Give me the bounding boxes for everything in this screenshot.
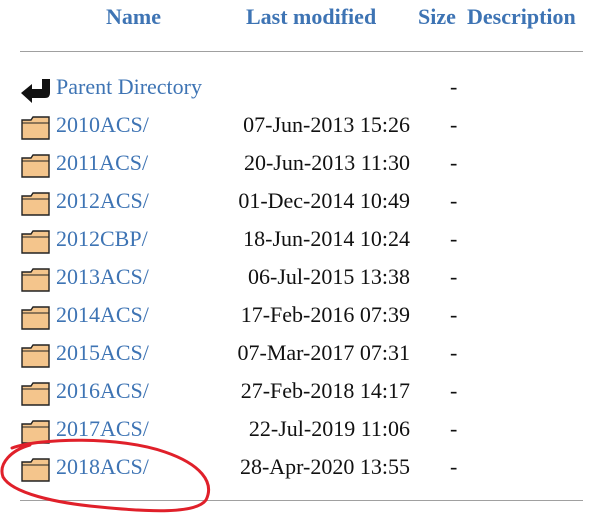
table-row: 2012CBP/ 18-Jun-2014 10:24 - — [0, 222, 592, 260]
back-arrow-icon — [21, 79, 50, 103]
table-row: 2015ACS/ 07-Mar-2017 07:31 - — [0, 336, 592, 374]
size-value: - — [450, 264, 458, 289]
last-modified-value: 17-Feb-2016 07:39 — [240, 302, 410, 327]
folder-icon — [21, 382, 50, 406]
size-value: - — [450, 416, 458, 441]
size-value: - — [450, 150, 458, 175]
parent-directory-row: Parent Directory - — [0, 70, 592, 108]
last-modified-value: 20-Jun-2013 11:30 — [243, 150, 410, 175]
size-value: - — [450, 454, 458, 479]
folder-link[interactable]: 2011ACS/ — [56, 150, 148, 176]
folder-icon — [21, 154, 50, 178]
table-row: 2016ACS/ 27-Feb-2018 14:17 - — [0, 374, 592, 412]
last-modified-value: 06-Jul-2015 13:38 — [248, 264, 410, 289]
size-value: - — [450, 188, 458, 213]
last-modified-value: 07-Jun-2013 15:26 — [243, 112, 410, 137]
last-modified-value: 22-Jul-2019 11:06 — [248, 416, 410, 441]
folder-icon — [21, 268, 50, 292]
folder-link[interactable]: 2012ACS/ — [56, 188, 149, 214]
column-header-name[interactable]: Name — [106, 4, 161, 30]
table-row: 2011ACS/ 20-Jun-2013 11:30 - — [0, 146, 592, 184]
table-row: 2013ACS/ 06-Jul-2015 13:38 - — [0, 260, 592, 298]
folder-link[interactable]: 2010ACS/ — [56, 112, 149, 138]
size-value: - — [450, 226, 458, 251]
column-header-size[interactable]: Size — [418, 4, 456, 30]
folder-icon — [21, 306, 50, 330]
folder-icon — [21, 344, 50, 368]
folder-icon — [21, 420, 50, 444]
folder-icon — [21, 458, 50, 482]
last-modified-value: 27-Feb-2018 14:17 — [240, 378, 410, 403]
last-modified-value: 28-Apr-2020 13:55 — [239, 454, 410, 479]
size-value: - — [450, 378, 458, 403]
folder-link[interactable]: 2014ACS/ — [56, 302, 149, 328]
size-value: - — [450, 302, 458, 327]
table-row: 2010ACS/ 07-Jun-2013 15:26 - — [0, 108, 592, 146]
folder-link[interactable]: 2015ACS/ — [56, 340, 149, 366]
last-modified-value: 07-Mar-2017 07:31 — [237, 340, 410, 365]
folder-link[interactable]: 2018ACS/ — [56, 454, 149, 480]
table-row: 2012ACS/ 01-Dec-2014 10:49 - — [0, 184, 592, 222]
folder-icon — [21, 116, 50, 140]
table-row: 2014ACS/ 17-Feb-2016 07:39 - — [0, 298, 592, 336]
table-row: 2017ACS/ 22-Jul-2019 11:06 - — [0, 412, 592, 450]
folder-link[interactable]: 2017ACS/ — [56, 416, 149, 442]
folder-link[interactable]: 2016ACS/ — [56, 378, 149, 404]
header-divider — [20, 51, 583, 52]
size-value: - — [450, 74, 458, 99]
last-modified-value: 18-Jun-2014 10:24 — [243, 226, 410, 251]
size-value: - — [450, 340, 458, 365]
size-value: - — [450, 112, 458, 137]
last-modified-value: 01-Dec-2014 10:49 — [238, 188, 410, 213]
folder-link[interactable]: 2013ACS/ — [56, 264, 149, 290]
table-row: 2018ACS/ 28-Apr-2020 13:55 - — [0, 450, 592, 488]
folder-icon — [21, 192, 50, 216]
parent-directory-link[interactable]: Parent Directory — [56, 74, 202, 100]
footer-divider — [20, 500, 583, 501]
folder-icon — [21, 230, 50, 254]
folder-link[interactable]: 2012CBP/ — [56, 226, 148, 252]
column-header-description[interactable]: Description — [467, 4, 576, 30]
column-header-last-modified[interactable]: Last modified — [246, 4, 376, 30]
